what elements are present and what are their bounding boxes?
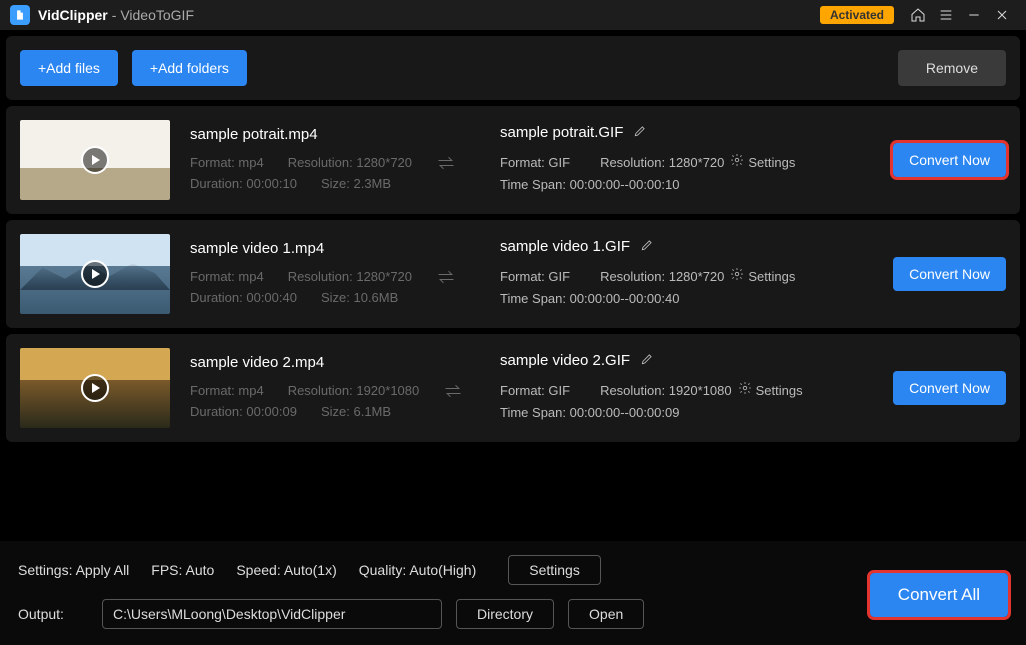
output-timespan: Time Span: 00:00:00--00:00:09 (500, 402, 873, 424)
swap-icon[interactable] (436, 269, 456, 285)
convert-all-button[interactable]: Convert All (870, 573, 1008, 617)
source-size: Size: 6.1MB (321, 402, 391, 423)
app-name: VidClipper (38, 7, 108, 23)
toolbar: +Add files +Add folders Remove (6, 36, 1020, 100)
output-settings-link[interactable]: Settings (730, 152, 795, 174)
convert-now-button[interactable]: Convert Now (893, 143, 1006, 177)
home-icon[interactable] (910, 7, 926, 23)
output-path-input[interactable] (102, 599, 442, 629)
footer: Settings: Apply All FPS: Auto Speed: Aut… (0, 541, 1026, 645)
open-button[interactable]: Open (568, 599, 644, 629)
output-label: Output: (18, 606, 88, 622)
convert-now-button[interactable]: Convert Now (893, 371, 1006, 405)
source-duration: Duration: 00:00:10 (190, 174, 297, 195)
app-logo-icon (10, 5, 30, 25)
settings-apply-label: Settings: Apply All (18, 562, 129, 578)
file-list: sample potrait.mp4 Format: mp4 Resolutio… (0, 106, 1026, 442)
output-filename: sample video 2.GIF (500, 352, 630, 369)
swap-icon[interactable] (443, 383, 463, 399)
convert-now-button[interactable]: Convert Now (893, 257, 1006, 291)
gear-icon (738, 380, 752, 402)
source-duration: Duration: 00:00:40 (190, 288, 297, 309)
output-resolution: Resolution: 1280*720 (600, 152, 724, 174)
activated-badge: Activated (820, 6, 894, 24)
source-duration: Duration: 00:00:09 (190, 402, 297, 423)
source-filename: sample potrait.mp4 (190, 126, 480, 143)
output-timespan: Time Span: 00:00:00--00:00:10 (500, 174, 873, 196)
minimize-icon[interactable] (966, 7, 982, 23)
directory-button[interactable]: Directory (456, 599, 554, 629)
thumbnail[interactable] (20, 348, 170, 428)
output-filename: sample video 1.GIF (500, 238, 630, 255)
output-format: Format: GIF (500, 266, 570, 288)
app-subtitle: - VideoToGIF (112, 7, 194, 23)
output-timespan: Time Span: 00:00:00--00:00:40 (500, 288, 873, 310)
settings-button[interactable]: Settings (508, 555, 601, 585)
add-folders-button[interactable]: +Add folders (132, 50, 247, 86)
gear-icon (730, 266, 744, 288)
pencil-icon[interactable] (640, 238, 654, 256)
swap-icon[interactable] (436, 155, 456, 171)
pencil-icon[interactable] (633, 124, 647, 142)
close-icon[interactable] (994, 7, 1010, 23)
output-resolution: Resolution: 1280*720 (600, 266, 724, 288)
play-icon[interactable] (81, 374, 109, 402)
output-settings-link[interactable]: Settings (738, 380, 803, 402)
remove-button[interactable]: Remove (898, 50, 1006, 86)
source-resolution: Resolution: 1280*720 (288, 267, 412, 288)
thumbnail[interactable] (20, 234, 170, 314)
fps-label: FPS: Auto (151, 562, 214, 578)
gear-icon (730, 152, 744, 174)
source-size: Size: 2.3MB (321, 174, 391, 195)
source-format: Format: mp4 (190, 153, 264, 174)
source-resolution: Resolution: 1280*720 (288, 153, 412, 174)
add-files-button[interactable]: +Add files (20, 50, 118, 86)
output-format: Format: GIF (500, 380, 570, 402)
thumbnail[interactable] (20, 120, 170, 200)
list-item: sample potrait.mp4 Format: mp4 Resolutio… (6, 106, 1020, 214)
output-format: Format: GIF (500, 152, 570, 174)
menu-icon[interactable] (938, 7, 954, 23)
play-icon[interactable] (81, 146, 109, 174)
titlebar: VidClipper - VideoToGIF Activated (0, 0, 1026, 30)
source-format: Format: mp4 (190, 267, 264, 288)
list-item: sample video 2.mp4 Format: mp4 Resolutio… (6, 334, 1020, 442)
pencil-icon[interactable] (640, 352, 654, 370)
play-icon[interactable] (81, 260, 109, 288)
output-filename: sample potrait.GIF (500, 124, 623, 141)
quality-label: Quality: Auto(High) (359, 562, 477, 578)
output-resolution: Resolution: 1920*1080 (600, 380, 732, 402)
source-size: Size: 10.6MB (321, 288, 398, 309)
source-resolution: Resolution: 1920*1080 (288, 381, 420, 402)
source-format: Format: mp4 (190, 381, 264, 402)
source-filename: sample video 1.mp4 (190, 240, 480, 257)
speed-label: Speed: Auto(1x) (236, 562, 336, 578)
source-filename: sample video 2.mp4 (190, 354, 480, 371)
list-item: sample video 1.mp4 Format: mp4 Resolutio… (6, 220, 1020, 328)
output-settings-link[interactable]: Settings (730, 266, 795, 288)
